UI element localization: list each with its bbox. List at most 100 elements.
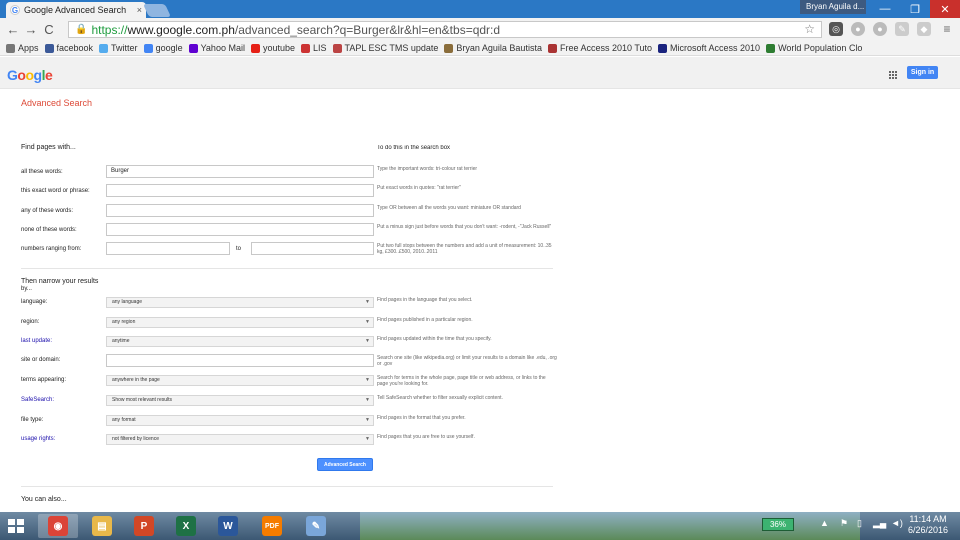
- instagram-extension-icon[interactable]: ◎: [829, 22, 843, 36]
- extension-icon[interactable]: ◆: [917, 22, 931, 36]
- bookmark-item[interactable]: Free Access 2010 Tuto: [547, 43, 652, 53]
- search-term-input[interactable]: [106, 184, 374, 197]
- back-button[interactable]: ←: [4, 22, 22, 37]
- field-hint: Search one site (like wikipedia.org) or …: [377, 355, 557, 367]
- lock-icon: 🔒: [75, 24, 88, 35]
- field-label: none of these words:: [21, 227, 77, 233]
- filter-dropdown[interactable]: any language ▼: [106, 297, 374, 308]
- yahoo-icon: [188, 43, 198, 53]
- google-logo[interactable]: Google: [7, 67, 53, 83]
- bookmark-item[interactable]: TAPL ESC TMS update: [332, 43, 438, 53]
- taskbar-powerpoint-button[interactable]: P: [124, 514, 164, 538]
- screen: G Google Advanced Search × Bryan Aguila …: [0, 0, 960, 540]
- taskbar-pdf-button[interactable]: PDF: [252, 514, 292, 538]
- new-tab-button[interactable]: [142, 4, 172, 17]
- filter-dropdown[interactable]: anywhere in the page ▼: [106, 375, 374, 386]
- bookmark-star-icon[interactable]: ☆: [804, 22, 815, 36]
- bookmark-label: Apps: [18, 43, 39, 53]
- address-bar[interactable]: 🔒 https:// www.google.com.ph /advanced_s…: [68, 21, 822, 38]
- google-apps-icon[interactable]: [889, 71, 897, 79]
- filter-dropdown[interactable]: anytime ▼: [106, 336, 374, 347]
- phone-icon[interactable]: ▯: [857, 518, 862, 529]
- field-label: language:: [21, 299, 48, 305]
- browser-tab[interactable]: G Google Advanced Search ×: [6, 2, 146, 18]
- bookmark-label: World Population Clo: [778, 43, 863, 53]
- bookmark-item[interactable]: Microsoft Access 2010: [658, 43, 760, 53]
- battery-indicator[interactable]: 36%: [762, 518, 794, 531]
- bookmark-label: LIS: [312, 43, 327, 53]
- bookmark-item[interactable]: LIS: [300, 43, 327, 53]
- tray-up-arrow-icon[interactable]: ▲: [820, 518, 829, 528]
- bookmark-item[interactable]: facebook: [44, 43, 93, 53]
- extension-icon[interactable]: ✎: [895, 22, 909, 36]
- search-term-input[interactable]: [106, 223, 374, 236]
- taskbar-explorer-button[interactable]: ▤: [82, 514, 122, 538]
- dropdown-value: any format: [112, 417, 136, 423]
- bookmark-item[interactable]: Yahoo Mail: [188, 43, 245, 53]
- field-hint: Find pages published in a particular reg…: [377, 317, 473, 323]
- search-term-input[interactable]: Burger: [106, 165, 374, 178]
- pdf-icon: PDF: [262, 516, 282, 536]
- reload-button[interactable]: C: [40, 22, 58, 37]
- network-icon[interactable]: ▂▄: [873, 518, 886, 529]
- filter-dropdown[interactable]: not filtered by licence ▼: [106, 434, 374, 445]
- bookmark-item[interactable]: google: [143, 43, 183, 53]
- taskbar-paint-button[interactable]: ✎: [296, 514, 336, 538]
- bookmark-item[interactable]: Twitter: [99, 43, 138, 53]
- site-domain-input[interactable]: [106, 354, 374, 367]
- restore-button[interactable]: ❐: [900, 0, 930, 18]
- chevron-down-icon: ▼: [365, 436, 370, 442]
- filter-dropdown[interactable]: Show most relevant results ▼: [106, 395, 374, 406]
- chevron-down-icon: ▼: [365, 377, 370, 383]
- field-hint: Put two full stops between the numbers a…: [377, 243, 552, 255]
- filter-dropdown[interactable]: any region ▼: [106, 317, 374, 328]
- dropdown-value: any language: [112, 299, 143, 305]
- bookmark-item[interactable]: youtube: [250, 43, 295, 53]
- bookmark-item[interactable]: World Population Clo: [766, 43, 862, 53]
- range-from-input[interactable]: [106, 242, 230, 255]
- field-label: this exact word or phrase:: [21, 188, 90, 194]
- system-clock[interactable]: 11:14 AM 6/26/2016: [906, 514, 950, 536]
- tab-title: Google Advanced Search: [24, 5, 127, 15]
- forward-button[interactable]: →: [22, 22, 40, 37]
- extension-icon[interactable]: ●: [851, 22, 865, 36]
- taskbar-word-button[interactable]: W: [208, 514, 248, 538]
- twitter-icon: [99, 43, 109, 53]
- msaccess-icon: [658, 43, 668, 53]
- taskbar-excel-button[interactable]: X: [166, 514, 206, 538]
- tab-close-icon[interactable]: ×: [137, 5, 142, 15]
- bookmark-item[interactable]: Bryan Aguila Bautista: [444, 43, 542, 53]
- range-to-input[interactable]: [251, 242, 374, 255]
- taskbar-chrome-button[interactable]: ◉: [38, 514, 78, 538]
- chrome-menu-icon[interactable]: ≡: [940, 22, 954, 36]
- close-window-button[interactable]: ✕: [930, 0, 960, 18]
- start-button[interactable]: [8, 519, 24, 533]
- field-hint: Type OR between all the words you want: …: [377, 205, 521, 211]
- minimize-button[interactable]: —: [870, 0, 900, 18]
- sign-in-button[interactable]: Sign in: [907, 66, 938, 79]
- field-label[interactable]: SafeSearch:: [21, 397, 54, 403]
- field-hint: Find pages updated within the time that …: [377, 336, 492, 342]
- divider: [21, 268, 553, 269]
- advanced-search-button[interactable]: Advanced Search: [317, 458, 373, 471]
- extension-icon[interactable]: ●: [873, 22, 887, 36]
- profile-icon: [444, 43, 454, 53]
- profile-name-badge[interactable]: Bryan Aguila d...: [800, 0, 866, 14]
- bookmark-item[interactable]: Apps: [6, 43, 39, 53]
- search-term-input[interactable]: [106, 204, 374, 217]
- filter-dropdown[interactable]: any format ▼: [106, 415, 374, 426]
- volume-icon[interactable]: ◄): [891, 518, 903, 528]
- narrow-by-label: by...: [21, 286, 32, 292]
- powerpoint-icon: P: [134, 516, 154, 536]
- field-hint: Find pages in the language that you sele…: [377, 297, 473, 303]
- paint-icon: ✎: [306, 516, 326, 536]
- flag-icon[interactable]: ⚑: [840, 518, 848, 529]
- field-label[interactable]: last update:: [21, 338, 52, 344]
- chrome-icon: ◉: [48, 516, 68, 536]
- bookmark-label: youtube: [262, 43, 295, 53]
- field-hint: Put a minus sign just before words that …: [377, 224, 552, 230]
- excel-icon: X: [176, 516, 196, 536]
- field-hint: Find pages that you are free to use your…: [377, 434, 475, 440]
- globe-icon: [766, 43, 776, 53]
- field-label[interactable]: usage rights:: [21, 436, 55, 442]
